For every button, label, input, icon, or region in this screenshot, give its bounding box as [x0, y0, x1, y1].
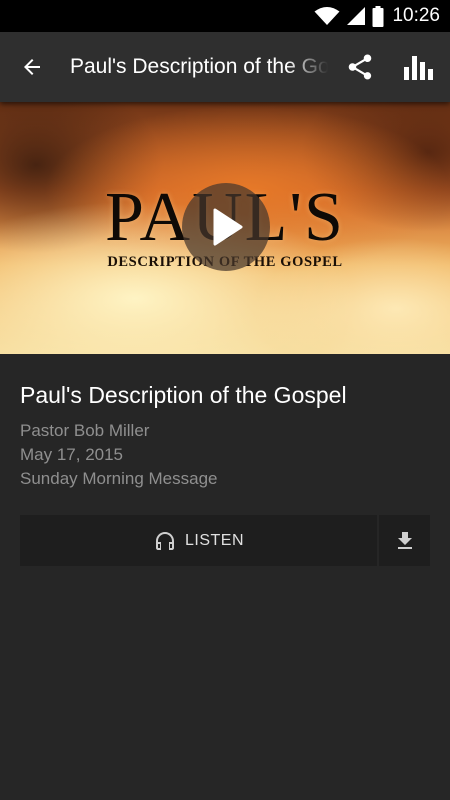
listen-button[interactable]: LISTEN [20, 515, 377, 566]
battery-icon [372, 5, 384, 27]
share-icon [348, 54, 372, 80]
status-time: 10:26 [392, 5, 440, 26]
play-icon [213, 208, 243, 246]
share-button[interactable] [342, 49, 378, 85]
back-button[interactable] [14, 49, 50, 85]
arrow-back-icon [24, 59, 40, 75]
stats-button[interactable] [401, 49, 437, 85]
toolbar: Paul's Description of the Gospel [0, 32, 450, 102]
bar-chart-icon [404, 56, 433, 80]
listen-label: LISTEN [184, 531, 244, 549]
play-button[interactable] [182, 183, 270, 271]
status-bar: 10:26 [0, 0, 450, 32]
message-series: Sunday Morning Message [20, 469, 218, 488]
headphones-icon [155, 531, 174, 550]
sermon-artwork: PAUL'S DESCRIPTION OF THE GOSPEL [0, 102, 450, 354]
wifi-icon [314, 6, 340, 26]
download-button[interactable] [379, 515, 430, 566]
toolbar-title: Paul's Description of the Gospel [70, 55, 328, 78]
message-date: May 17, 2015 [20, 445, 124, 464]
message-title: Paul's Description of the Gospel [20, 382, 347, 408]
signal-icon [346, 6, 366, 26]
speaker-name: Pastor Bob Miller [20, 421, 150, 440]
download-icon [397, 531, 412, 549]
message-details: Paul's Description of the Gospel Pastor … [20, 380, 430, 491]
